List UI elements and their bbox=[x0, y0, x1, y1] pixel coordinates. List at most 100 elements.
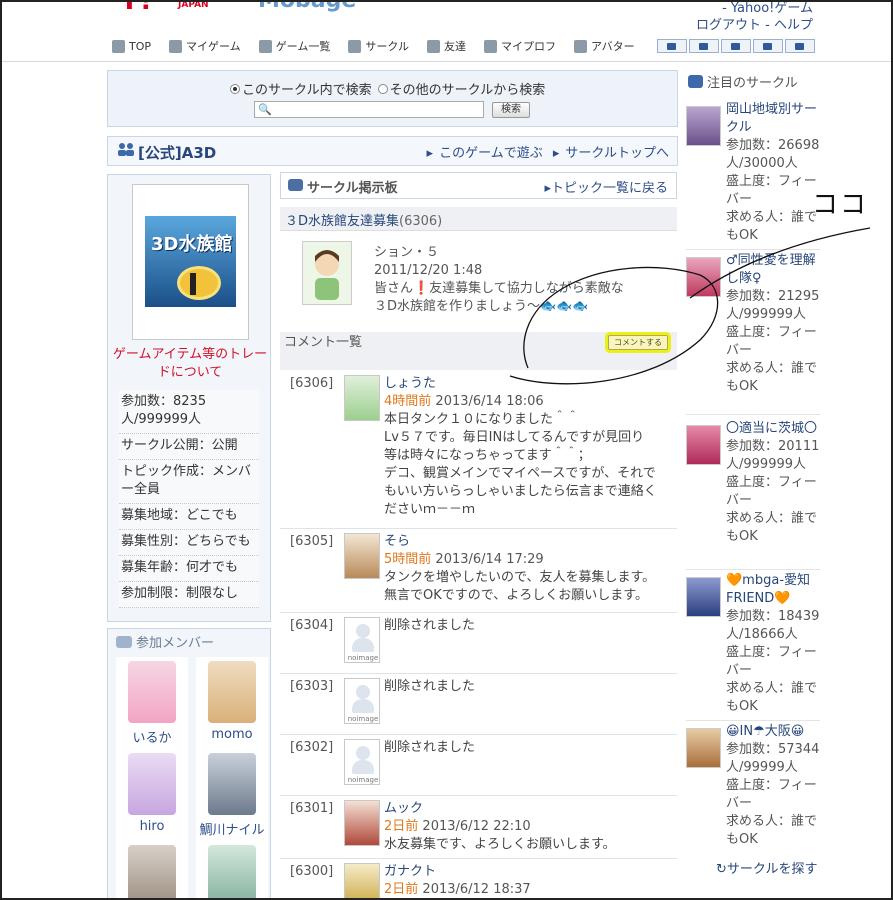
members-heading-label: 参加メンバー bbox=[136, 636, 215, 651]
member-card[interactable]: いるか bbox=[116, 657, 188, 749]
circle-name-link[interactable]: 🧡mbga-愛知FRIEND🧡 bbox=[726, 572, 820, 608]
comment-item-deleted: [6302] noimage 削除されました bbox=[280, 736, 677, 796]
scope-other-circles-radio[interactable]: その他のサークルから検索 bbox=[377, 79, 545, 98]
avatar bbox=[208, 753, 256, 815]
topic-title: ３D水族館友達募集 bbox=[285, 214, 400, 229]
glasses-icon bbox=[795, 42, 805, 50]
help-link[interactable]: ヘルプ bbox=[774, 18, 813, 33]
chat-icon bbox=[667, 42, 677, 50]
circle-thumbnail[interactable] bbox=[686, 577, 721, 617]
chat-button[interactable] bbox=[656, 39, 687, 53]
nav-label: マイプロフ bbox=[501, 40, 557, 53]
circle-level: 盛上度：フィーバー bbox=[726, 174, 817, 207]
circle-thumbnail[interactable] bbox=[686, 728, 721, 768]
deleted-notice: 削除されました bbox=[384, 740, 476, 755]
search-button[interactable]: 検索 bbox=[492, 102, 530, 118]
circle-level: 盛上度：フィーバー bbox=[726, 475, 817, 508]
circle-name-link[interactable]: 😀IN☂大阪😀 bbox=[726, 723, 820, 741]
mobage-logo[interactable]: Mobage bbox=[258, 0, 356, 13]
noimage-label: noimage bbox=[347, 715, 379, 723]
member-card[interactable] bbox=[196, 841, 268, 900]
radio-unchecked-icon bbox=[377, 83, 388, 94]
search-icon: 🔍 bbox=[258, 103, 272, 116]
avatar[interactable] bbox=[344, 800, 380, 846]
member-card[interactable]: 鯛川ナイル bbox=[196, 749, 268, 841]
member-card[interactable] bbox=[116, 841, 188, 900]
logout-link[interactable]: ログアウト bbox=[696, 18, 761, 33]
nav-friends[interactable]: 友達 bbox=[427, 38, 466, 54]
circle-level: 盛上度：フィーバー bbox=[726, 325, 817, 358]
topic-title-bar: ３D水族館友達募集(6306) bbox=[280, 207, 677, 231]
play-game-link[interactable]: ▸ このゲームで遊ぶ bbox=[427, 146, 543, 161]
comment-button[interactable]: コメントする bbox=[608, 335, 668, 350]
bag-button[interactable] bbox=[720, 39, 751, 53]
nav-avatar[interactable]: アバター bbox=[574, 38, 635, 54]
featured-circle-item: ♂同性愛を理解し隊♀ 参加数：21295人/999999人 盛上度：フィーバー … bbox=[686, 252, 820, 415]
comment-author[interactable]: ガナクト bbox=[384, 863, 670, 881]
member-name: いるか bbox=[132, 731, 172, 746]
comment-line: 本日タンク１０になりました＾＾ bbox=[384, 412, 580, 427]
info-age: 募集年齢：何才でも bbox=[119, 556, 259, 582]
mail-icon bbox=[699, 42, 709, 50]
comment-line: 無言でOKですので、よろしくお願いします。 bbox=[384, 588, 648, 603]
comment-number: [6300] bbox=[290, 864, 334, 879]
featured-circles-heading: 注目のサークル bbox=[688, 72, 798, 91]
comment-relative-time: 5時間前 bbox=[384, 552, 432, 567]
nav-game-list[interactable]: ゲーム一覧 bbox=[258, 38, 331, 54]
separator: - bbox=[765, 18, 774, 33]
comment-author[interactable]: ムック bbox=[384, 800, 670, 818]
noimage-label: noimage bbox=[347, 654, 379, 662]
avatar bbox=[303, 242, 351, 304]
nav-mini-buttons bbox=[656, 39, 817, 53]
circle-top-link[interactable]: ▸ サークルトップへ bbox=[553, 146, 669, 161]
comment-author[interactable]: そら bbox=[384, 533, 670, 551]
scope-this-circle-radio[interactable]: このサークル内で検索 bbox=[230, 79, 372, 98]
my-game-icon bbox=[169, 39, 183, 53]
comment-line: デコ、観賞メインでマイペースですが、それで bbox=[384, 466, 656, 481]
post-body-line: ３D水族館を作りましょう〜🐟🐟🐟 bbox=[374, 299, 589, 314]
circle-name-link[interactable]: ♂同性愛を理解し隊♀ bbox=[726, 252, 820, 288]
topic-count: (6306) bbox=[399, 214, 443, 229]
link-label: このゲームで遊ぶ bbox=[439, 146, 543, 161]
nav-label: ゲーム一覧 bbox=[275, 40, 331, 53]
circle-info-list: 参加数：8235人/999999人 サークル公開：公開 トピック作成：メンバー全… bbox=[119, 390, 259, 608]
member-card[interactable]: momo bbox=[196, 657, 268, 749]
avatar[interactable] bbox=[344, 863, 380, 900]
comment-line: ださいｍ－－ｍ bbox=[384, 502, 476, 517]
comment-author[interactable]: しょうた bbox=[384, 375, 670, 393]
nav-my-game[interactable]: マイゲーム bbox=[169, 38, 241, 54]
link-label: サークルを探す bbox=[726, 862, 818, 877]
circle-thumbnail[interactable] bbox=[686, 425, 721, 465]
comment-date: 2013/6/14 18:06 bbox=[435, 394, 544, 409]
yahoo-logo[interactable]: Y! bbox=[120, 0, 153, 16]
list-button[interactable] bbox=[752, 39, 783, 53]
search-input[interactable] bbox=[254, 101, 484, 118]
nav-top[interactable]: TOP bbox=[112, 39, 152, 53]
comment-date: 2013/6/12 22:10 bbox=[422, 819, 531, 834]
comment-item: [6305] そら 5時間前 2013/6/14 17:29 タンクを増やしたい… bbox=[280, 530, 677, 613]
trade-rules-link[interactable]: ゲームアイテム等のトレードについて bbox=[108, 346, 272, 382]
post-date: 2011/12/20 1:48 bbox=[374, 263, 483, 278]
info-member-count: 参加数：8235人/999999人 bbox=[119, 390, 259, 434]
yahoo-game-link[interactable]: - Yahoo!ゲーム bbox=[722, 1, 813, 16]
comment-line: 水友募集です、よろしくお願いします。 bbox=[384, 837, 616, 852]
avatar[interactable] bbox=[344, 533, 380, 579]
nav-circle[interactable]: サークル bbox=[348, 38, 409, 54]
member-card[interactable]: hiro bbox=[116, 749, 188, 841]
nav-label: TOP bbox=[129, 39, 152, 53]
member-name: 鯛川ナイル bbox=[199, 823, 265, 838]
post-author[interactable]: ション・５ bbox=[374, 244, 674, 262]
topic-author-avatar[interactable] bbox=[302, 241, 352, 305]
avatar[interactable] bbox=[344, 375, 380, 421]
circle-name-link[interactable]: 〇適当に茨城〇 bbox=[726, 420, 820, 438]
circle-name-link[interactable]: 岡山地域別サークル bbox=[726, 101, 820, 137]
glasses-button[interactable] bbox=[784, 39, 815, 53]
find-circle-link[interactable]: ↻サークルを探す bbox=[716, 858, 818, 877]
game-thumbnail-frame[interactable]: 3D水族館 bbox=[132, 184, 249, 340]
comment-item: [6301] ムック 2日前 2013/6/12 22:10 水友募集です、よろ… bbox=[280, 797, 677, 859]
mail-button[interactable] bbox=[688, 39, 719, 53]
circle-thumbnail[interactable] bbox=[686, 106, 721, 146]
back-to-topics-link[interactable]: ▸トピック一覧に戻る bbox=[544, 177, 668, 196]
circle-thumbnail[interactable] bbox=[686, 257, 721, 297]
nav-profile[interactable]: マイプロフ bbox=[484, 38, 556, 54]
